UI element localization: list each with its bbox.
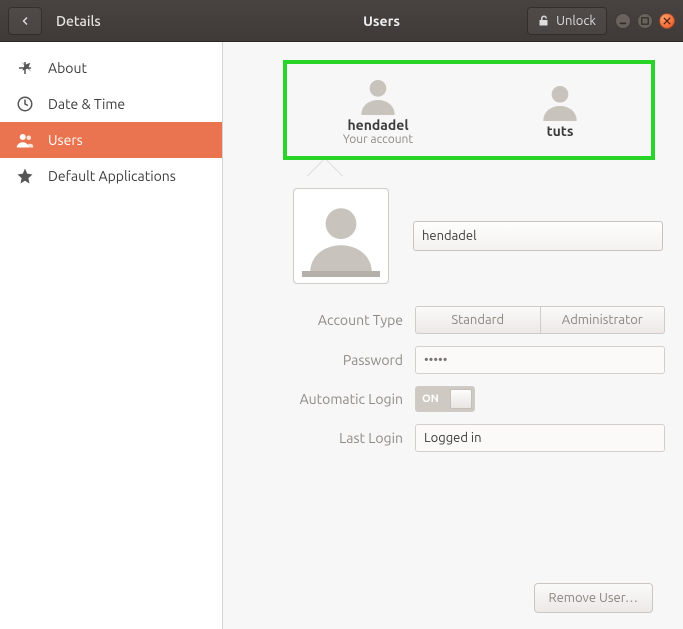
back-button[interactable] — [8, 7, 42, 35]
automatic-login-switch[interactable]: ON — [415, 386, 475, 412]
remove-user-button[interactable]: Remove User… — [534, 583, 654, 613]
avatar-icon — [540, 81, 580, 121]
content: About Date & Time Users Default Applicat… — [0, 42, 683, 629]
chevron-left-icon — [19, 15, 31, 27]
sidebar-item-defaultapps[interactable]: Default Applications — [0, 158, 222, 194]
page-title: Users — [236, 13, 527, 29]
password-label: Password — [263, 352, 403, 368]
last-login-label: Last Login — [263, 430, 403, 446]
sidebar-item-datetime[interactable]: Date & Time — [0, 86, 222, 122]
titlebar: Details Users Unlock — [0, 0, 683, 42]
automatic-login-label: Automatic Login — [263, 391, 403, 407]
window-minimize-button[interactable] — [615, 13, 631, 29]
sidebar-item-about[interactable]: About — [0, 50, 222, 86]
unlock-label: Unlock — [556, 14, 596, 28]
unlock-button[interactable]: Unlock — [527, 7, 607, 35]
maximize-icon — [641, 17, 649, 25]
account-type-label: Account Type — [263, 312, 403, 328]
switch-knob — [450, 389, 472, 409]
titlebar-section-label: Details — [56, 13, 236, 29]
user-name: tuts — [547, 123, 574, 139]
close-icon — [663, 17, 671, 25]
lock-icon — [538, 15, 550, 27]
main-panel: hendadel Your account tuts — [223, 42, 683, 629]
sidebar-item-label: About — [48, 60, 87, 76]
user-card[interactable]: hendadel Your account — [287, 75, 469, 146]
last-login-value: Logged in — [415, 424, 665, 452]
plus-icon — [16, 59, 34, 77]
star-icon — [16, 167, 34, 185]
window-controls — [615, 13, 675, 29]
sidebar-item-label: Default Applications — [48, 168, 176, 184]
users-list-highlight: hendadel Your account tuts — [283, 60, 655, 160]
user-name: hendadel — [347, 117, 408, 133]
account-type-standard[interactable]: Standard — [416, 307, 541, 333]
account-type-administrator[interactable]: Administrator — [541, 307, 665, 333]
minimize-icon — [619, 17, 627, 25]
sidebar: About Date & Time Users Default Applicat… — [0, 42, 223, 629]
sidebar-item-label: Users — [48, 132, 83, 148]
password-field[interactable]: ••••• — [415, 346, 665, 374]
users-icon — [16, 131, 34, 149]
full-name-input[interactable] — [413, 221, 663, 251]
user-card[interactable]: tuts — [469, 81, 651, 139]
avatar-icon — [304, 199, 378, 273]
window-maximize-button[interactable] — [637, 13, 653, 29]
user-subtitle: Your account — [343, 133, 413, 146]
window-close-button[interactable] — [659, 13, 675, 29]
user-detail-form: Account Type Standard Administrator Pass… — [223, 182, 665, 617]
clock-icon — [16, 95, 34, 113]
avatar-picker[interactable] — [293, 188, 389, 284]
avatar-icon — [358, 75, 398, 115]
switch-on-label: ON — [422, 393, 439, 405]
selected-user-pointer — [283, 160, 665, 182]
sidebar-item-users[interactable]: Users — [0, 122, 222, 158]
account-type-segmented: Standard Administrator — [415, 306, 665, 334]
sidebar-item-label: Date & Time — [48, 96, 125, 112]
